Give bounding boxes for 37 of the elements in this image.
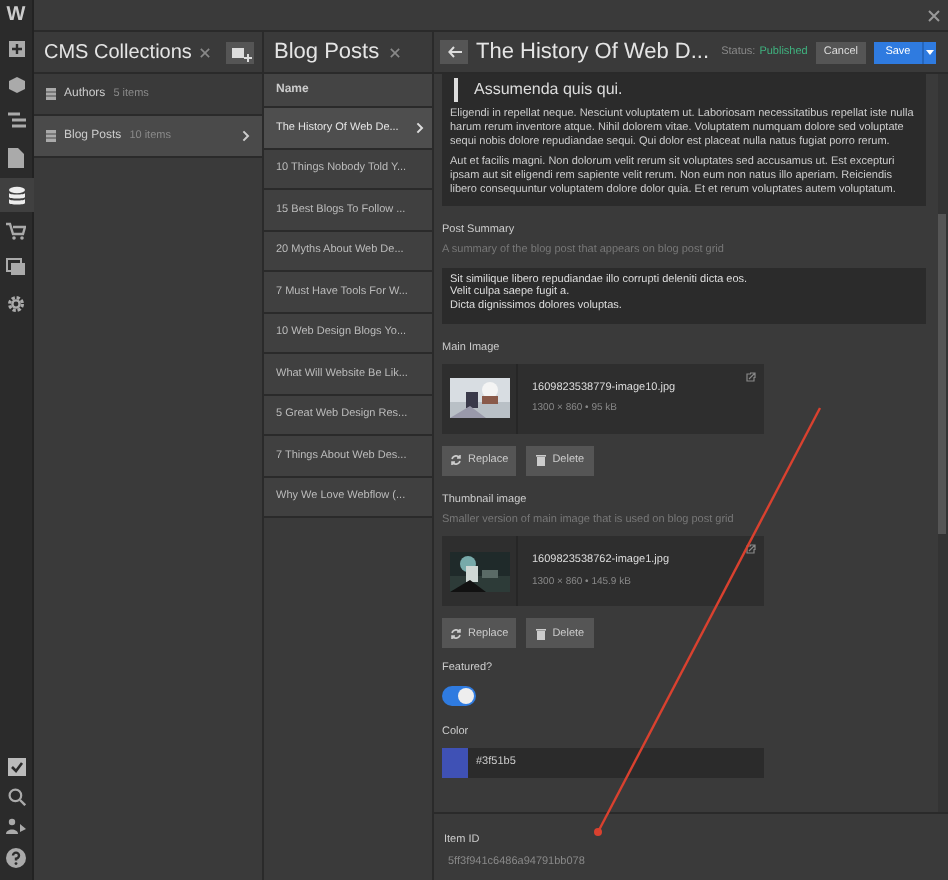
external-link-icon[interactable] [746,371,756,382]
chevron-icon [242,130,250,142]
featured-toggle[interactable] [442,685,476,705]
database-icon [46,130,56,142]
database-icon[interactable] [7,185,25,205]
item-title: The History Of Web D... [476,37,710,68]
block-quote: Assumenda quis qui. [474,78,623,102]
search-icon[interactable] [7,788,25,806]
cube-icon[interactable] [7,76,25,94]
chevron-icon [416,121,424,134]
color-swatch[interactable] [442,747,468,778]
help-icon[interactable] [6,848,26,868]
add-collection-icon[interactable] [226,41,254,63]
images-icon[interactable] [6,258,26,276]
cart-icon[interactable] [6,222,26,240]
close-icon[interactable] [199,47,210,57]
users-icon[interactable] [6,818,26,836]
panel-title: CMS Collections [44,39,192,67]
caret-icon [925,49,934,55]
panel-title: Blog Posts [274,37,380,68]
database-icon [46,88,56,100]
settings-icon[interactable] [6,294,26,314]
page-icon[interactable] [8,148,24,168]
arrow-left-icon [447,46,461,58]
refresh-icon [450,627,462,640]
trash-icon [536,454,547,467]
refresh-icon [450,454,462,467]
back-button[interactable] [440,40,468,64]
add-icon[interactable] [7,40,25,58]
checkbox-icon[interactable] [7,758,25,776]
close-icon[interactable] [389,47,400,57]
webflow-logo: W [6,2,26,30]
close-icon[interactable] [928,9,940,21]
external-link-icon[interactable] [746,544,756,555]
rich-text-editor[interactable] [442,74,926,206]
navigator-icon[interactable] [7,112,25,130]
trash-icon [536,627,547,640]
